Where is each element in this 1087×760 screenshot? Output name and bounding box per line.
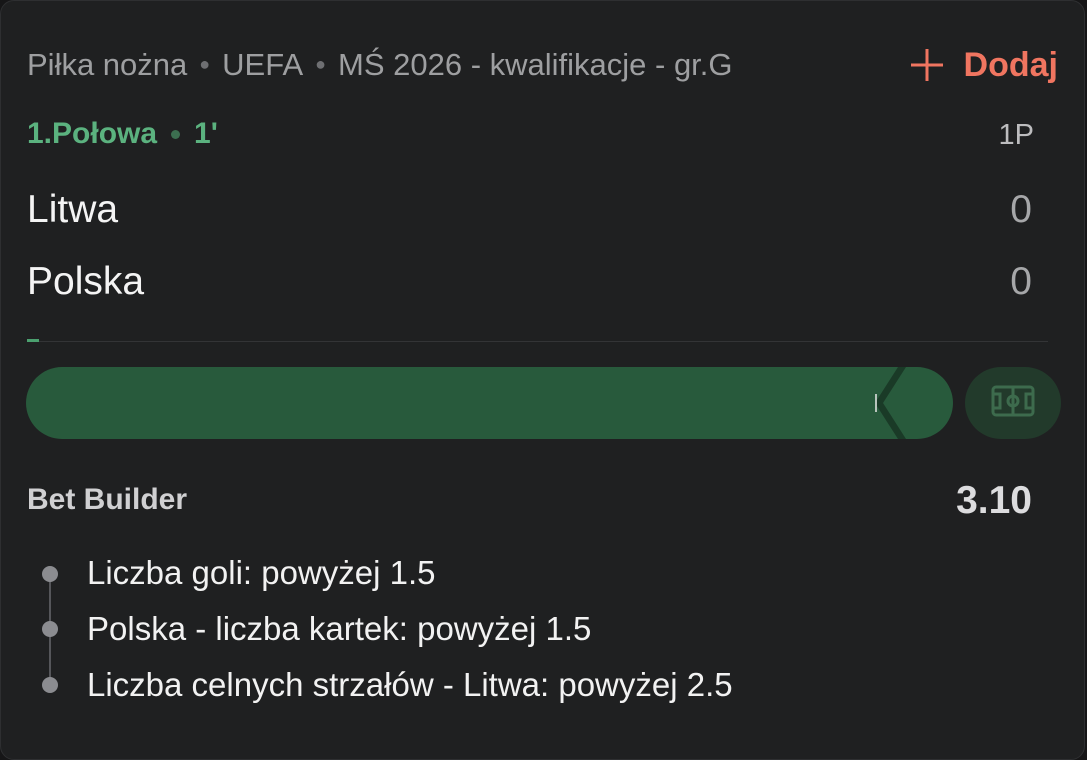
selection-bullet — [42, 566, 58, 582]
away-team-name: Polska — [27, 260, 145, 303]
match-progress-track — [27, 341, 1048, 342]
selection-item: Liczba celnych strzałów - Litwa: powyżej… — [87, 666, 733, 703]
selection-bullet — [42, 621, 58, 637]
selection-bullet — [42, 677, 58, 693]
add-button-label: Dodaj — [963, 45, 1058, 84]
match-card[interactable]: Piłka nożna ● UEFA ● MŚ 2026 - kwalifika… — [0, 0, 1085, 760]
momentum-graphic — [875, 367, 906, 439]
breadcrumb: Piłka nożna ● UEFA ● MŚ 2026 - kwalifika… — [27, 45, 733, 85]
match-progress-fill — [27, 339, 39, 342]
breadcrumb-sport: Piłka nożna — [27, 47, 188, 82]
bet-builder-odds[interactable]: 3.10 — [956, 479, 1032, 523]
momentum-bar[interactable] — [26, 367, 953, 439]
breadcrumb-region: UEFA — [222, 47, 304, 82]
breadcrumb-separator: ● — [199, 53, 211, 74]
add-button[interactable]: Dodaj — [910, 43, 1058, 87]
pitch-view-button[interactable] — [965, 367, 1061, 439]
home-team-score: 0 — [1010, 188, 1032, 231]
plus-icon — [910, 49, 943, 81]
status-separator — [171, 129, 181, 139]
away-team-score: 0 — [1010, 260, 1032, 303]
period-column-header: 1P — [998, 119, 1034, 151]
home-team-name: Litwa — [27, 188, 119, 231]
period-name: 1.Połowa — [27, 117, 158, 150]
pitch-icon — [991, 385, 1035, 422]
match-status: 1.Połowa 1' — [27, 117, 218, 151]
bet-builder-title: Bet Builder — [27, 483, 188, 516]
breadcrumb-competition: MŚ 2026 - kwalifikacje - gr.G — [338, 47, 733, 82]
match-minute: 1' — [194, 117, 218, 150]
selection-item: Polska - liczba kartek: powyżej 1.5 — [87, 610, 592, 647]
breadcrumb-separator: ● — [315, 53, 326, 74]
selection-item: Liczba goli: powyżej 1.5 — [87, 554, 436, 591]
